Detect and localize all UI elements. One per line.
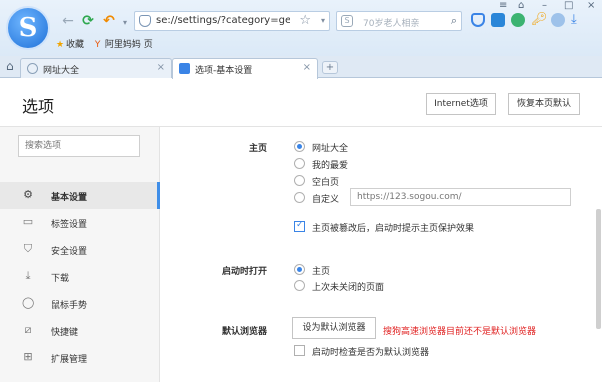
chat-tool-icon[interactable] [551, 13, 565, 27]
search-engine-icon[interactable]: S [341, 15, 353, 27]
homepage-radio-blank[interactable] [294, 175, 305, 186]
tab-close-icon[interactable]: × [303, 62, 311, 73]
sidebar-item-mouse[interactable]: ◯ 鼠标手势 [0, 290, 160, 317]
homepage-protect-checkbox[interactable] [294, 220, 305, 232]
tab-close-icon[interactable]: × [157, 62, 165, 73]
back-icon[interactable]: ← [60, 13, 76, 29]
homepage-protect-label: 主页被篡改后，启动时提示主页保护效果 [312, 224, 475, 234]
tab-label: 选项-基本设置 [195, 66, 253, 76]
close-window-icon[interactable]: × [587, 0, 595, 11]
skin-icon[interactable]: ⌂ [518, 0, 524, 11]
sidebar-search-input[interactable] [19, 136, 139, 156]
star-icon: ★ [56, 40, 65, 50]
bookmark-label: 阿里妈妈 页 [104, 40, 153, 50]
sidebar-item-download[interactable]: ⤓ 下载 [0, 263, 160, 290]
startup-radio-home[interactable] [294, 264, 305, 275]
shield-tool-icon[interactable] [471, 13, 485, 27]
address-bar[interactable]: se://settings/?category=gen ☆ ▾ [134, 11, 330, 31]
bookmark-alimama[interactable]: Y 阿里妈妈 页 [95, 37, 153, 50]
custom-homepage-url[interactable]: https://123.sogou.com/ [350, 188, 571, 206]
maximize-icon[interactable]: □ [564, 0, 573, 11]
shortcut-icon: ⧄ [24, 323, 32, 336]
search-icon[interactable]: ⌕ [451, 14, 457, 28]
sidebar-item-shortcuts[interactable]: ⧄ 快捷键 [0, 317, 160, 344]
sidebar-item-basic[interactable]: ⚙ 基本设置 [0, 182, 160, 209]
download-icon: ⤓ [25, 269, 31, 282]
globe-icon [27, 63, 38, 74]
restore-defaults-button[interactable]: 恢复本页默认 [508, 93, 580, 115]
address-text[interactable]: se://settings/?category=gen [156, 15, 290, 26]
check-default-checkbox[interactable] [294, 345, 305, 356]
startup-option-label: 上次未关闭的页面 [312, 283, 385, 293]
bookmark-favorites[interactable]: ★ 收藏 [56, 37, 84, 50]
sidebar-item-tabs[interactable]: ▭ 标签设置 [0, 209, 160, 236]
internet-options-button[interactable]: Internet选项 [426, 93, 496, 115]
new-tab-button[interactable]: + [322, 61, 338, 74]
homepage-option-label: 自定义 [312, 195, 340, 205]
tab-strip: ⌂ 网址大全 × 选项-基本设置 × + [0, 56, 602, 79]
favorite-star-icon[interactable]: ☆ [299, 13, 311, 28]
startup-radio-last-session[interactable] [294, 280, 305, 291]
homepage-label: 主页 [249, 144, 268, 154]
homepage-radio-nav[interactable] [294, 141, 305, 152]
address-dropdown-icon[interactable]: ▾ [321, 16, 325, 25]
homepage-radio-custom[interactable] [294, 192, 305, 203]
set-default-browser-button[interactable]: 设为默认浏览器 [292, 317, 376, 339]
page-scrollbar[interactable] [596, 209, 601, 329]
page-title: 选项 [22, 97, 55, 116]
key-tool-icon[interactable]: 🔑︎ [531, 13, 548, 27]
sidebar-item-label: 扩展管理 [51, 355, 88, 365]
bookmark-bar: ★ 收藏 Y 阿里妈妈 页 [56, 37, 161, 50]
homepage-option-label: 空白页 [312, 178, 340, 188]
settings-content: 主页 网址大全 我的最爱 空白页 自定义 https://123.sogou.c… [160, 127, 602, 382]
sidebar-item-label: 快捷键 [51, 328, 79, 338]
startup-option-label: 主页 [312, 267, 331, 277]
logo-letter: S [18, 13, 38, 43]
download-tool-icon[interactable]: ⤓ [571, 13, 585, 27]
settings-page: 选项 Internet选项 恢复本页默认 ⚙ 基本设置 ▭ 标签设置 ⛉ 安全设… [0, 79, 602, 382]
default-browser-warning: 搜狗高速浏览器目前还不是默认浏览器 [383, 327, 537, 337]
undo-dropdown-icon[interactable]: ▾ [117, 15, 133, 31]
tab-nav-sites[interactable]: 网址大全 × [20, 58, 172, 78]
sidebar-item-extensions[interactable]: ⊞ 扩展管理 [0, 344, 160, 371]
security-shield-icon [139, 15, 151, 27]
settings-tab-icon [179, 63, 190, 74]
homepage-radio-favorites[interactable] [294, 158, 305, 169]
menu-icon[interactable]: ≡ [499, 0, 507, 11]
mouse-icon: ◯ [22, 296, 35, 309]
browser-toolbar: S ← ⟳ ↶ ▾ se://settings/?category=gen ☆ … [0, 0, 602, 56]
sidebar-search[interactable] [18, 135, 140, 157]
sidebar-item-label: 标签设置 [51, 220, 88, 230]
tab-label: 网址大全 [43, 66, 80, 76]
home-icon[interactable]: ⌂ [6, 59, 14, 73]
minimize-icon[interactable]: – [542, 0, 547, 11]
homepage-option-label: 我的最爱 [312, 161, 349, 171]
startup-label: 启动时打开 [222, 267, 268, 277]
sidebar-item-label: 鼠标手势 [51, 301, 88, 311]
sidebar-item-label: 安全设置 [51, 247, 88, 257]
sidebar-item-label: 下载 [51, 274, 70, 284]
sidebar-item-label: 基本设置 [51, 193, 88, 203]
tab-settings[interactable]: 选项-基本设置 × [172, 58, 318, 79]
settings-sidebar: ⚙ 基本设置 ▭ 标签设置 ⛉ 安全设置 ⤓ 下载 ◯ 鼠标手势 ⧄ 快捷键 ⊞… [0, 127, 160, 382]
refresh-icon[interactable]: ⟳ [80, 13, 96, 29]
screenshot-tool-icon[interactable] [491, 13, 505, 27]
search-box[interactable]: S 70岁老人相亲 ⌕ [336, 11, 462, 31]
search-placeholder: 70岁老人相亲 [363, 19, 420, 29]
gear-icon: ⚙ [23, 188, 33, 201]
bookmark-label: 收藏 [66, 40, 85, 50]
tab-icon: ▭ [22, 215, 34, 228]
sidebar-item-security[interactable]: ⛉ 安全设置 [0, 236, 160, 263]
default-browser-label: 默认浏览器 [222, 327, 268, 337]
alimama-icon: Y [94, 40, 101, 50]
sogou-logo[interactable]: S [6, 6, 50, 50]
check-default-label: 启动时检查是否为默认浏览器 [312, 348, 430, 358]
undo-icon[interactable]: ↶ [101, 13, 117, 29]
shield-icon: ⛉ [23, 242, 33, 255]
extension-icon: ⊞ [23, 350, 33, 363]
homepage-option-label: 网址大全 [312, 144, 349, 154]
translate-tool-icon[interactable] [511, 13, 525, 27]
